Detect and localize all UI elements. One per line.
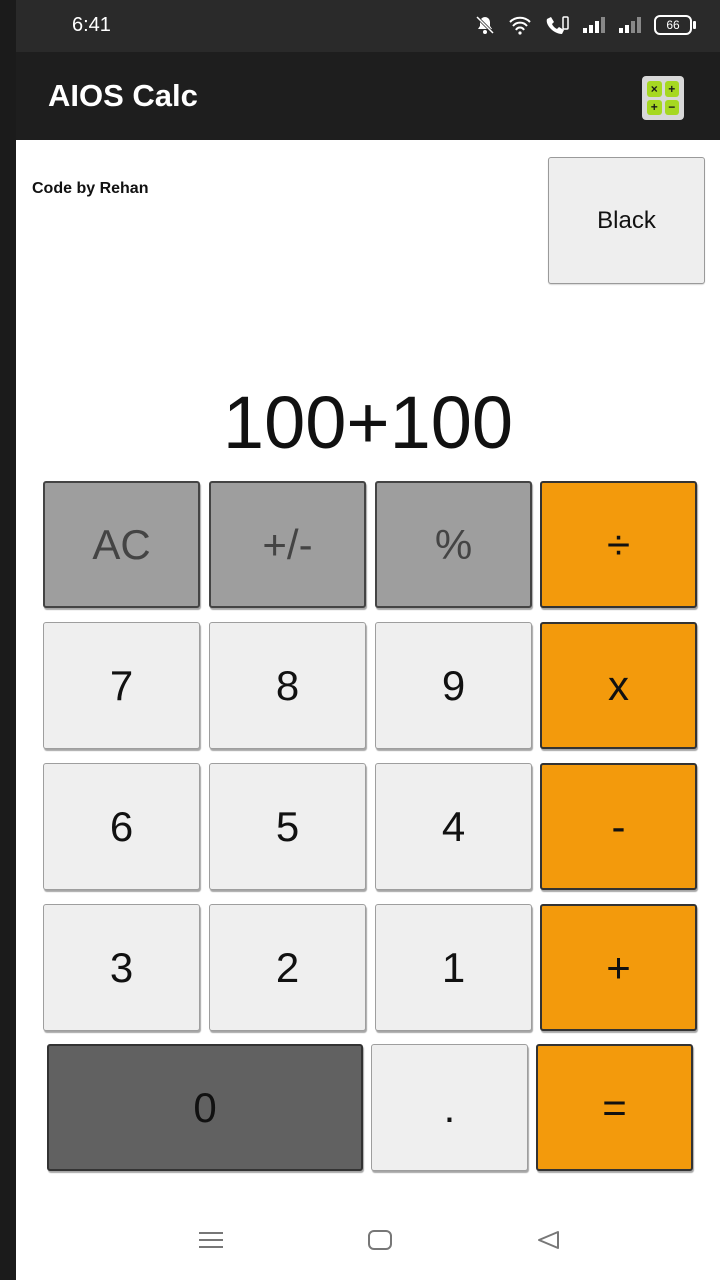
- digit-6-button[interactable]: 6: [43, 763, 200, 890]
- plus-symbol: +: [664, 81, 679, 97]
- plus-symbol: +: [647, 99, 662, 115]
- signal-strength-icon-1: [582, 16, 606, 34]
- digit-4-button[interactable]: 4: [375, 763, 532, 890]
- digit-5-button[interactable]: 5: [209, 763, 366, 890]
- multiply-button[interactable]: x: [540, 622, 697, 749]
- digit-9-button[interactable]: 9: [375, 622, 532, 749]
- theme-toggle-button[interactable]: Black: [548, 157, 705, 284]
- digit-3-button[interactable]: 3: [43, 904, 200, 1031]
- plus-minus-button[interactable]: +/-: [209, 481, 366, 608]
- multiply-symbol: ×: [647, 81, 662, 97]
- minus-symbol: −: [664, 99, 679, 115]
- system-nav-bar: [16, 1200, 720, 1280]
- equals-button[interactable]: =: [536, 1044, 693, 1171]
- battery-icon: 66: [654, 15, 696, 35]
- subtract-button[interactable]: -: [540, 763, 697, 890]
- decimal-button[interactable]: .: [371, 1044, 528, 1171]
- volte-call-icon: [544, 15, 570, 35]
- signal-strength-icon-2: [618, 16, 642, 34]
- wifi-icon: [508, 15, 532, 35]
- digit-8-button[interactable]: 8: [209, 622, 366, 749]
- status-bar: 6:41 66: [16, 0, 720, 52]
- calculator-display: 100+100: [222, 381, 514, 464]
- status-icons: 66: [474, 14, 696, 36]
- percent-button[interactable]: %: [375, 481, 532, 608]
- back-icon[interactable]: [536, 1230, 560, 1255]
- add-button[interactable]: +: [540, 904, 697, 1031]
- clear-button[interactable]: AC: [43, 481, 200, 608]
- menu-icon[interactable]: [198, 1230, 224, 1255]
- digit-0-button[interactable]: 0: [47, 1044, 363, 1171]
- app-bar: AIOS Calc × + + −: [16, 52, 720, 140]
- left-edge-bar: [0, 0, 16, 1280]
- calculator-app-icon: × + + −: [642, 76, 684, 120]
- home-icon[interactable]: [368, 1230, 392, 1255]
- digit-7-button[interactable]: 7: [43, 622, 200, 749]
- mute-icon: [474, 14, 496, 36]
- divide-button[interactable]: ÷: [540, 481, 697, 608]
- credit-text: Code by Rehan: [32, 180, 149, 197]
- digit-2-button[interactable]: 2: [209, 904, 366, 1031]
- digit-1-button[interactable]: 1: [375, 904, 532, 1031]
- status-time: 6:41: [72, 14, 111, 36]
- app-title: AIOS Calc: [48, 78, 198, 113]
